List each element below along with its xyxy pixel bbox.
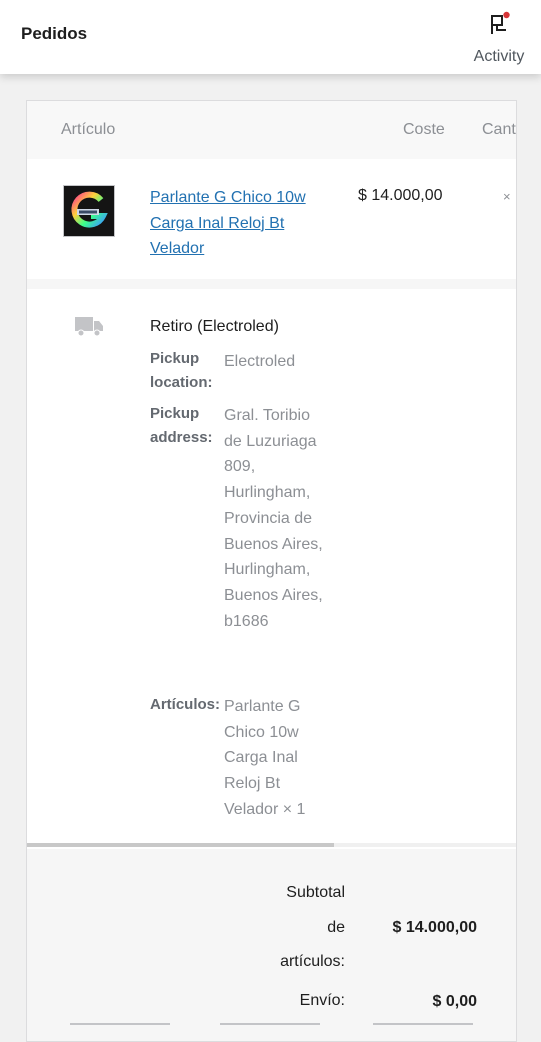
- pickup-address-value: Gral. Toribio de Luzuriaga 809, Hurlingh…: [224, 407, 323, 630]
- product-link[interactable]: Parlante G Chico 10w Carga Inal Reloj Bt…: [150, 185, 330, 262]
- quantity-multiplier: ×: [503, 189, 511, 204]
- subtotal-value: $ 14.000,00: [392, 919, 477, 936]
- order-totals: Subtotal de artículos: $ 14.000,00 Envío…: [27, 849, 516, 1041]
- activity-button[interactable]: Activity: [466, 8, 532, 66]
- pickup-location-value: Electroled: [224, 353, 296, 370]
- divider: [70, 1023, 170, 1025]
- divider: [27, 279, 516, 289]
- order-items-panel: Artículo Coste Cant Parlante G Chico 10w…: [26, 100, 517, 1042]
- pickup-address-label: Pickup address:: [150, 405, 213, 446]
- shipping-value: $ 0,00: [432, 993, 477, 1010]
- column-cost: Coste: [403, 121, 445, 138]
- activity-label: Activity: [473, 48, 525, 65]
- items-value: Parlante G Chico 10w Carga Inal Reloj Bt…: [224, 698, 306, 818]
- horizontal-scrollbar[interactable]: [27, 843, 334, 847]
- truck-icon: [75, 317, 103, 337]
- pickup-location-label: Pickup location:: [150, 350, 213, 391]
- items-label: Artículos:: [150, 696, 221, 713]
- column-article: Artículo: [61, 121, 116, 138]
- product-thumbnail[interactable]: [63, 185, 115, 237]
- table-row: Parlante G Chico 10w Carga Inal Reloj Bt…: [27, 159, 516, 280]
- shipping-row: Retiro (Electroled) Pickup location: Ele…: [27, 289, 516, 849]
- divider: [220, 1023, 320, 1025]
- flag-icon: [491, 11, 510, 34]
- divider: [373, 1023, 473, 1025]
- notification-dot: [503, 11, 510, 19]
- product-image: [64, 186, 114, 236]
- page-title: Pedidos: [21, 24, 88, 43]
- table-header: Artículo Coste Cant: [27, 101, 516, 159]
- shipping-label: Envío:: [299, 992, 345, 1009]
- top-bar: Pedidos Activity: [0, 0, 541, 74]
- shipping-method-title: Retiro (Electroled): [150, 318, 279, 335]
- subtotal-label: Subtotal de artículos:: [280, 884, 345, 970]
- item-cost: $ 14.000,00: [358, 187, 443, 204]
- column-quantity: Cant: [482, 121, 516, 138]
